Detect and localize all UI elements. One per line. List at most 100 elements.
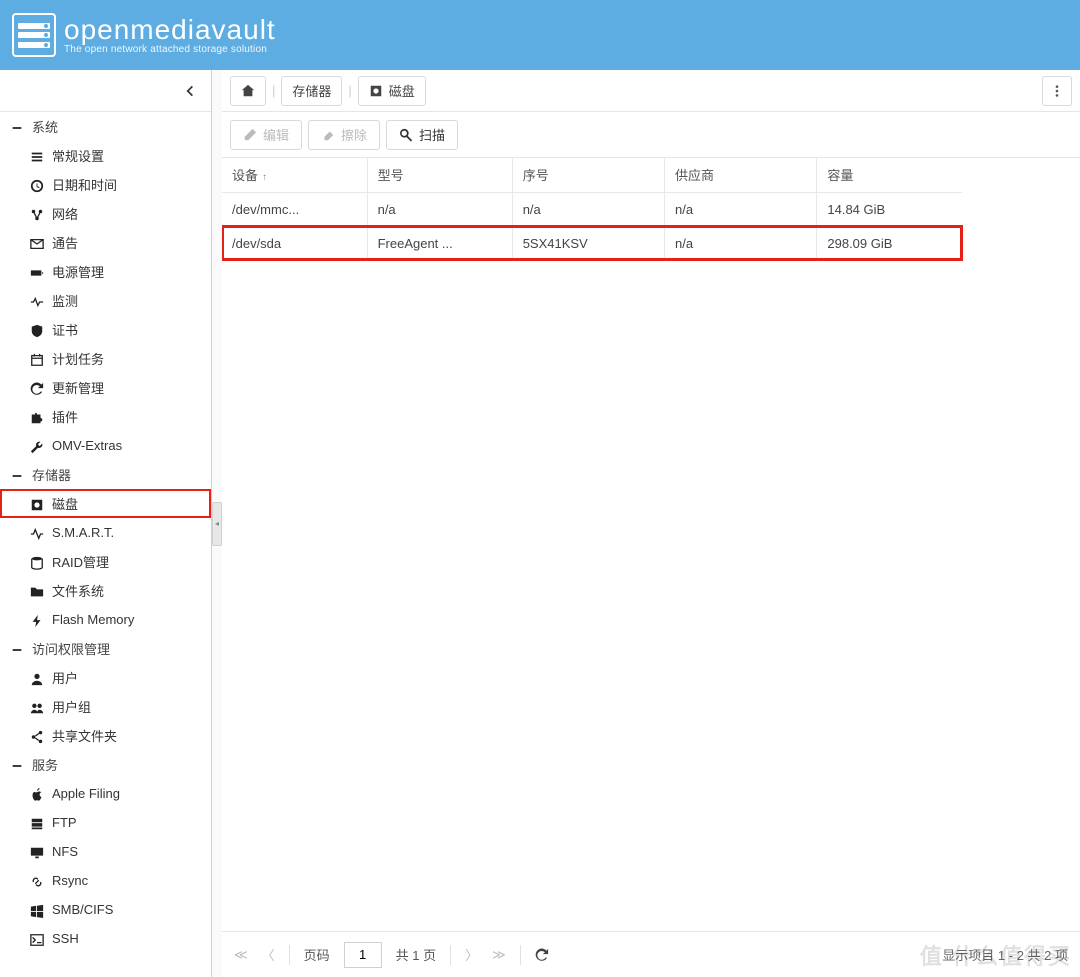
wipe-button[interactable]: 擦除 [308, 120, 380, 150]
nav-item[interactable]: 常规设置 [0, 141, 211, 170]
nav-item[interactable]: Apple Filing [0, 779, 211, 808]
nav-item[interactable]: 插件 [0, 402, 211, 431]
pager-last-button[interactable]: ≫ [492, 947, 506, 963]
nav-item[interactable]: 更新管理 [0, 373, 211, 402]
nav-item[interactable]: SMB/CIFS [0, 895, 211, 924]
nav-item-label: 日期和时间 [52, 175, 117, 194]
nav-section[interactable]: 系统 [0, 112, 211, 141]
nav-item[interactable]: 磁盘 [0, 489, 211, 518]
nav-item[interactable]: SSH [0, 924, 211, 953]
cell-capacity: 14.84 GiB [817, 192, 962, 226]
cell-device: /dev/mmc... [222, 192, 367, 226]
nav-item[interactable]: 计划任务 [0, 344, 211, 373]
splitter-handle-icon[interactable]: ◂ [212, 502, 222, 546]
nav-item-label: 文件系统 [52, 581, 104, 600]
disk-table: 设备↑ 型号 序号 供应商 容量 /dev/mmc...n/an/an/a14.… [222, 158, 1080, 931]
share-icon [28, 205, 46, 221]
nav-item[interactable]: Flash Memory [0, 605, 211, 634]
nav-item[interactable]: 共享文件夹 [0, 721, 211, 750]
terminal-icon [28, 930, 46, 946]
nav-section[interactable]: 服务 [0, 750, 211, 779]
chevron-left-icon [183, 84, 197, 98]
nav-item[interactable]: 监测 [0, 286, 211, 315]
table-row[interactable]: /dev/sdaFreeAgent ...5SX41KSVn/a298.09 G… [222, 226, 962, 260]
users-icon [28, 698, 46, 714]
nav-tree[interactable]: 系统常规设置日期和时间网络通告电源管理监测证书计划任务更新管理插件OMV-Ext… [0, 112, 211, 977]
nav-item[interactable]: 通告 [0, 228, 211, 257]
pager-first-button[interactable]: ≪ [234, 947, 248, 963]
nav-item-label: 电源管理 [52, 262, 104, 281]
pager-info: 显示项目 1 - 2 共 2 项 [942, 945, 1068, 964]
pager-prev-button[interactable]: 〈 [262, 945, 275, 964]
pager-refresh-button[interactable] [535, 947, 549, 963]
nav-item[interactable]: 日期和时间 [0, 170, 211, 199]
pager-next-button[interactable]: 〉 [465, 945, 478, 964]
nav-item-label: 网络 [52, 204, 78, 223]
nav-item[interactable]: OMV-Extras [0, 431, 211, 460]
pager-page-input[interactable] [344, 942, 382, 968]
minus-icon [8, 756, 26, 772]
cell-serial: 5SX41KSV [512, 226, 664, 260]
nav-item-label: 磁盘 [52, 494, 78, 513]
nav-section[interactable]: 存储器 [0, 460, 211, 489]
toolbar: 编辑 擦除 扫描 [222, 112, 1080, 158]
nav-item[interactable]: 文件系统 [0, 576, 211, 605]
server-icon [28, 814, 46, 830]
nav-item[interactable]: 证书 [0, 315, 211, 344]
col-model[interactable]: 型号 [367, 158, 512, 192]
pager-page-label: 页码 [304, 945, 330, 964]
table-row[interactable]: /dev/mmc...n/an/an/a14.84 GiB [222, 192, 962, 226]
nav-item[interactable]: 用户 [0, 663, 211, 692]
nav-item[interactable]: RAID管理 [0, 547, 211, 576]
breadcrumb-disks[interactable]: 磁盘 [358, 76, 426, 106]
brand-subtitle: The open network attached storage soluti… [64, 44, 276, 55]
breadcrumb-separator: | [348, 83, 351, 98]
main-panel: | 存储器 | 磁盘 编辑 擦除 扫描 [222, 70, 1080, 977]
table-header-row: 设备↑ 型号 序号 供应商 容量 [222, 158, 962, 192]
nav-section[interactable]: 访问权限管理 [0, 634, 211, 663]
minus-icon [8, 118, 26, 134]
nav-item[interactable]: NFS [0, 837, 211, 866]
nav-item[interactable]: 网络 [0, 199, 211, 228]
heartbeat-icon [28, 292, 46, 308]
refresh-icon [535, 948, 549, 962]
nav-item[interactable]: FTP [0, 808, 211, 837]
scan-button[interactable]: 扫描 [386, 120, 458, 150]
cell-vendor: n/a [665, 192, 817, 226]
logo-text: openmediavault The open network attached… [64, 16, 276, 55]
sidebar: 系统常规设置日期和时间网络通告电源管理监测证书计划任务更新管理插件OMV-Ext… [0, 70, 212, 977]
cell-model: FreeAgent ... [367, 226, 512, 260]
nav-item-label: S.M.A.R.T. [52, 525, 114, 540]
breadcrumb-home[interactable] [230, 76, 266, 106]
col-serial[interactable]: 序号 [512, 158, 664, 192]
nav-item[interactable]: S.M.A.R.T. [0, 518, 211, 547]
nav-item-label: 用户 [52, 668, 78, 687]
col-vendor[interactable]: 供应商 [665, 158, 817, 192]
nav-item-label: 通告 [52, 233, 78, 252]
cell-device: /dev/sda [222, 226, 367, 260]
nav-item-label: 用户组 [52, 697, 91, 716]
envelope-icon [28, 234, 46, 250]
nav-item[interactable]: 电源管理 [0, 257, 211, 286]
breadcrumb-menu-button[interactable] [1042, 76, 1072, 106]
edit-button[interactable]: 编辑 [230, 120, 302, 150]
nav-item-label: 常规设置 [52, 146, 104, 165]
nav-item-label: FTP [52, 815, 77, 830]
breadcrumb-storage[interactable]: 存储器 [281, 76, 342, 106]
splitter[interactable]: ◂ [212, 70, 222, 977]
nav-section-label: 服务 [32, 755, 58, 774]
breadcrumb-label: 存储器 [292, 81, 331, 100]
col-device[interactable]: 设备↑ [222, 158, 367, 192]
breadcrumb: | 存储器 | 磁盘 [222, 70, 1080, 112]
nav-section-label: 存储器 [32, 465, 71, 484]
sidebar-collapse-button[interactable] [0, 70, 211, 112]
bolt-icon [28, 611, 46, 627]
user-icon [28, 669, 46, 685]
home-icon [241, 84, 255, 98]
dots-vertical-icon [1050, 84, 1064, 98]
col-capacity[interactable]: 容量 [817, 158, 962, 192]
nav-item-label: 证书 [52, 320, 78, 339]
nav-item[interactable]: Rsync [0, 866, 211, 895]
cell-capacity: 298.09 GiB [817, 226, 962, 260]
nav-item[interactable]: 用户组 [0, 692, 211, 721]
